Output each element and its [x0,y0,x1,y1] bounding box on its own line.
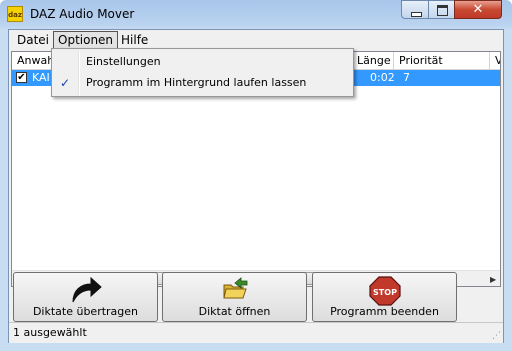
cell-laenge: 0:02 [370,71,395,84]
minimize-button[interactable] [401,0,429,19]
menu-datei[interactable]: Datei [13,31,53,49]
forward-arrow-icon [72,276,102,303]
cell-name: KAI [32,71,50,84]
maximize-icon [437,5,448,16]
resize-grip-icon[interactable]: ⋰ [492,331,501,341]
title-bar[interactable]: daz DAZ Audio Mover ✕ [0,0,512,28]
menu-hilfe[interactable]: Hilfe [117,31,152,49]
cell-prioritaet: 7 [403,71,410,84]
app-logo-icon: daz [7,6,23,22]
checkmark-icon: ✓ [60,76,71,90]
diktat-oeffnen-label: Diktat öffnen [198,305,271,318]
stop-sign-text: STOP [373,288,397,297]
open-folder-icon [222,277,247,299]
maximize-button[interactable] [428,0,455,19]
stop-sign-icon: STOP [368,276,401,306]
diktat-oeffnen-button[interactable]: Diktat öffnen [162,272,307,322]
column-header-prioritaet[interactable]: Priorität [394,52,490,69]
close-button[interactable]: ✕ [454,0,502,19]
close-icon: ✕ [472,2,484,17]
programm-beenden-label: Programm beenden [330,305,439,318]
column-header-v[interactable]: V [490,52,500,69]
menu-item-label: Programm im Hintergrund laufen lassen [86,76,307,89]
status-bar: 1 ausgewählt ⋰ [9,322,503,343]
status-text: 1 ausgewählt [13,326,87,339]
minimize-icon [411,12,422,17]
menu-bar: Datei Optionen Hilfe [9,30,503,51]
menu-item-hintergrund[interactable]: ✓ Programm im Hintergrund laufen lassen [54,73,351,93]
window-title: DAZ Audio Mover [30,7,135,21]
programm-beenden-button[interactable]: STOP Programm beenden [312,272,457,322]
app-window: daz DAZ Audio Mover ✕ Datei Optionen Hil… [0,0,512,351]
scroll-right-icon[interactable]: ▶ [490,275,496,284]
diktate-uebertragen-label: Diktate übertragen [32,305,139,318]
menu-item-label: Einstellungen [86,55,161,68]
column-header-laenge[interactable]: Länge [352,52,394,69]
menu-item-einstellungen[interactable]: Einstellungen [54,52,351,72]
optionen-dropdown-menu: Einstellungen ✓ Programm im Hintergrund … [51,48,354,97]
row-checkbox[interactable]: ✔ [16,72,27,83]
diktate-uebertragen-button[interactable]: Diktate übertragen [13,272,158,322]
